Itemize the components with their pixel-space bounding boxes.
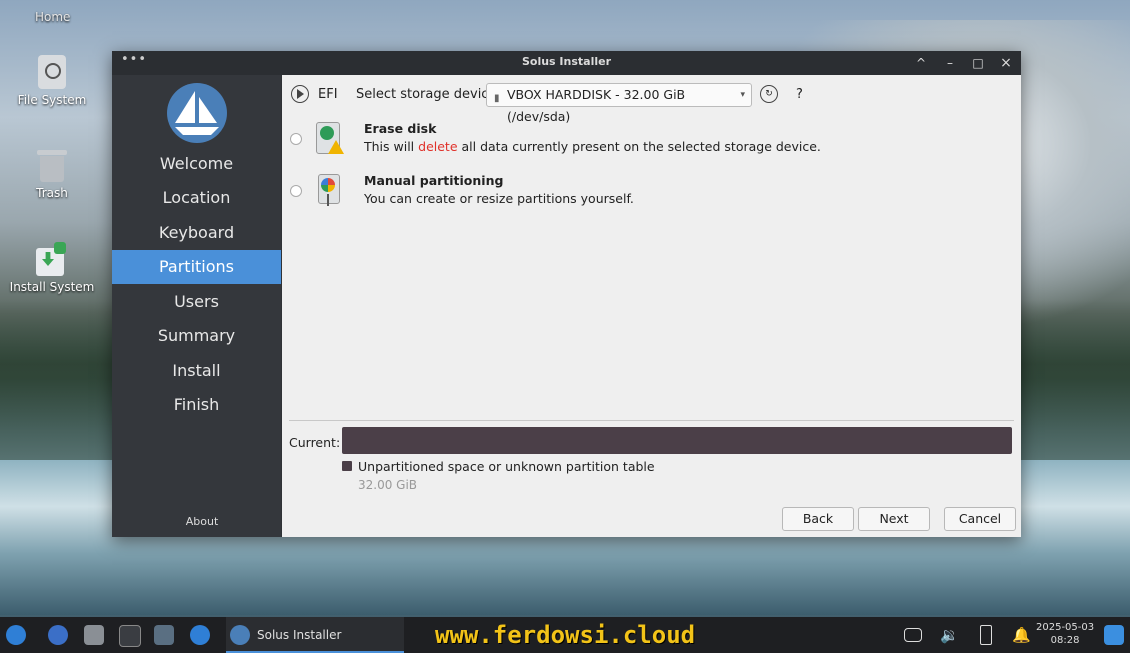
volume-icon[interactable]: 🔉 [940, 625, 960, 645]
minimize-button[interactable]: – [941, 54, 959, 72]
desktop-icon-file-system[interactable]: File System [2, 55, 102, 107]
erase-disk-icon [316, 122, 344, 156]
watermark-text: www.ferdowsi.cloud [435, 621, 696, 649]
sidebar-item-install: Install [172, 361, 221, 380]
sidebar-item-summary: Summary [157, 326, 236, 345]
legend-swatch [342, 461, 352, 471]
efi-boot-icon [291, 85, 309, 103]
maximize-button[interactable]: □ [969, 54, 987, 72]
sidebar-item-location: Location [162, 188, 231, 207]
sidebar-item-welcome: Welcome [159, 154, 234, 173]
display-icon[interactable] [904, 628, 922, 642]
desktop-icon-label: Trash [36, 186, 68, 200]
current-label: Current: [289, 435, 341, 450]
install-icon [36, 242, 68, 276]
taskbar-task-label: Solus Installer [257, 628, 342, 642]
desktop-icon-trash[interactable]: Trash [2, 148, 102, 200]
next-button-label: Next [879, 511, 909, 526]
divider [289, 420, 1014, 421]
sidebar-item-finish: Finish [173, 395, 220, 414]
sidebar-item-partitions: Partitions [112, 250, 281, 284]
taskbar: Solus Installer www.ferdowsi.cloud 🔉 🔔 2… [0, 617, 1130, 653]
installer-window: ••• Solus Installer ^ – □ × Welcome Loca… [112, 51, 1021, 537]
browser-icon[interactable] [48, 625, 68, 645]
application-menu-icon[interactable] [6, 625, 26, 645]
erase-desc-text: This will [364, 139, 419, 154]
clock-date: 2025-05-03 [1036, 622, 1095, 633]
legend-label: Unpartitioned space or unknown partition… [358, 459, 655, 474]
help-button[interactable]: ? [796, 87, 803, 102]
manual-partitioning-title: Manual partitioning [364, 173, 504, 188]
back-button[interactable]: Back [782, 507, 854, 531]
clock-time: 08:28 [1050, 635, 1080, 646]
storage-device-label: Select storage device: [356, 87, 501, 102]
close-button[interactable]: × [997, 54, 1015, 72]
keep-above-button[interactable]: ^ [912, 54, 930, 72]
window-titlebar[interactable]: ••• Solus Installer ^ – □ × [112, 51, 1021, 75]
desktop-icon-install-system[interactable]: Install System [2, 242, 102, 294]
battery-icon[interactable] [980, 625, 992, 645]
window-title: Solus Installer [521, 55, 612, 68]
erase-disk-title: Erase disk [364, 121, 437, 136]
delete-emphasis: delete [418, 139, 458, 154]
home-icon-label[interactable]: Home [35, 10, 70, 24]
partitions-page: EFI Select storage device: ▮ VBOX HARDDI… [282, 75, 1021, 537]
erase-disk-radio[interactable] [290, 133, 302, 145]
storage-device-select[interactable]: ▮ VBOX HARDDISK - 32.00 GiB (/dev/sda) ▾ [486, 83, 752, 124]
file-manager-icon[interactable] [84, 625, 104, 645]
installer-sidebar: Welcome Location Keyboard Partitions Use… [112, 75, 281, 537]
about-button[interactable]: About [112, 515, 292, 528]
sidebar-item-users: Users [174, 292, 219, 311]
notifications-icon[interactable]: 🔔 [1012, 625, 1032, 645]
manual-partitioning-radio[interactable] [290, 185, 302, 197]
solus-installer-task-icon [230, 625, 250, 645]
download-icon[interactable] [154, 625, 174, 645]
clock[interactable]: 2025-05-03 08:28 [1036, 621, 1094, 647]
drive-icon [38, 55, 66, 89]
refresh-devices-button[interactable]: ↻ [760, 85, 778, 103]
cancel-button[interactable]: Cancel [944, 507, 1016, 531]
harddisk-icon: ▮ [494, 93, 500, 104]
erase-disk-description: This will delete all data currently pres… [364, 139, 821, 154]
manual-partitioning-description: You can create or resize partitions your… [364, 191, 634, 206]
terminal-icon[interactable] [119, 625, 141, 647]
sidebar-item-keyboard: Keyboard [158, 223, 235, 242]
efi-label: EFI [318, 87, 338, 102]
erase-desc-text-rest: all data currently present on the select… [457, 139, 821, 154]
current-partition-bar [342, 427, 1012, 454]
search-icon[interactable] [190, 625, 210, 645]
chevron-down-icon: ▾ [740, 90, 745, 100]
back-button-label: Back [802, 511, 834, 526]
next-button[interactable]: Next [858, 507, 930, 531]
desktop-icon-label: File System [17, 93, 87, 107]
solus-logo [167, 83, 227, 143]
storage-device-value: VBOX HARDDISK - 32.00 GiB (/dev/sda) [507, 87, 686, 124]
manual-partition-icon [318, 174, 342, 208]
show-desktop-icon[interactable] [1104, 625, 1124, 645]
device-toolbar: EFI Select storage device: ▮ VBOX HARDDI… [282, 75, 1021, 124]
trash-icon [37, 148, 67, 182]
desktop-icon-label: Install System [9, 280, 95, 294]
cancel-button-label: Cancel [958, 511, 1002, 526]
legend-size: 32.00 GiB [358, 478, 418, 492]
